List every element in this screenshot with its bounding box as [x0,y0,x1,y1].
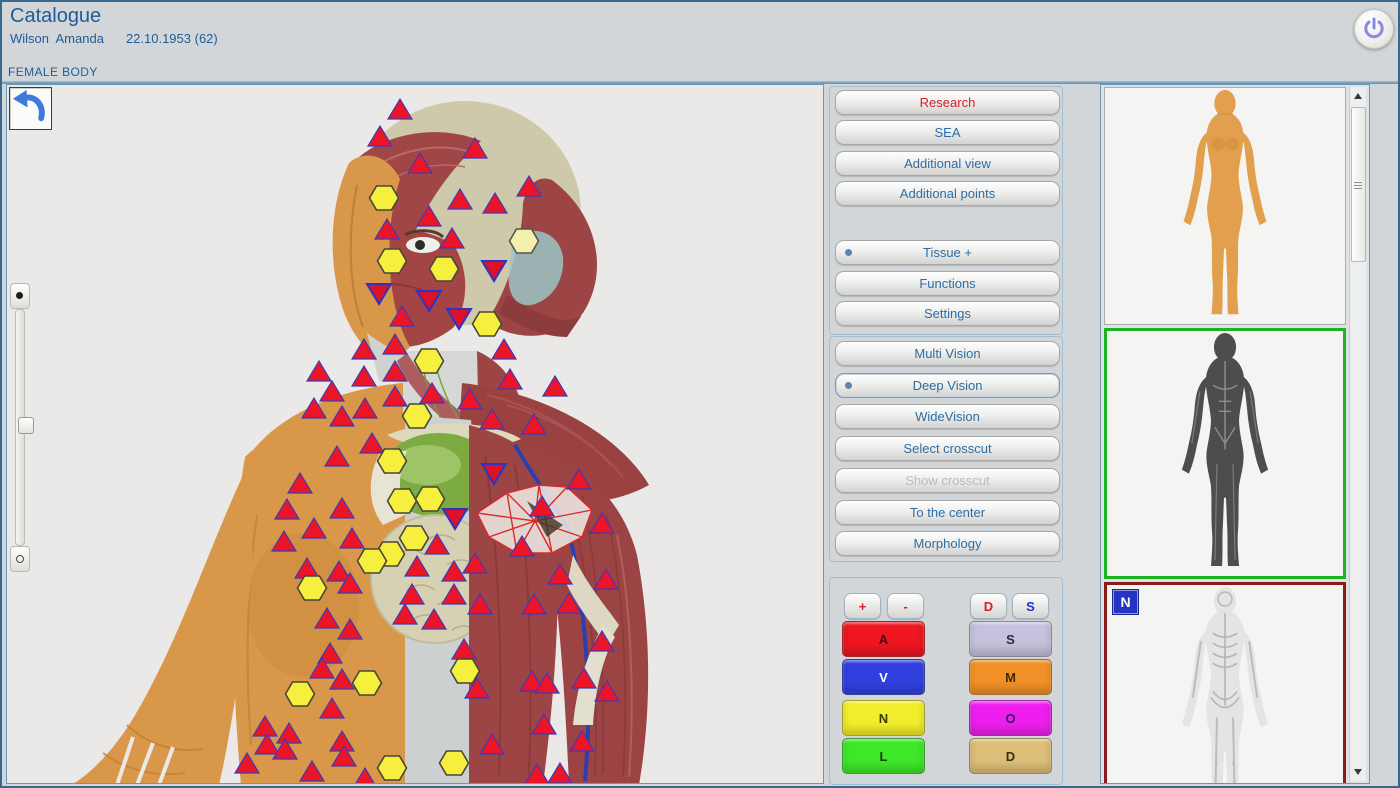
thumbnail-skin-model[interactable] [1104,87,1346,325]
scrollbar-grip [1354,180,1362,191]
vision-group: Multi Vision Deep Vision WideVision Sele… [829,336,1063,562]
swatch-o[interactable]: O [969,700,1052,736]
swatch-a[interactable]: A [842,621,925,657]
slider-bottom-button[interactable] [10,546,30,572]
thumbnail-skeleton-model[interactable]: N [1104,582,1346,784]
wide-vision-button[interactable]: WideVision [835,404,1060,429]
settings-button[interactable]: Settings [835,301,1060,326]
patient-name: Wilson Amanda [10,31,104,46]
sea-button[interactable]: SEA [835,120,1060,145]
marker-legend-group: + - D S A V N L S M O D [829,577,1063,785]
swatch-l[interactable]: L [842,738,925,774]
open-dot-icon [16,555,24,563]
chevron-up-icon [1354,93,1362,99]
slider-thumb[interactable] [18,417,34,434]
undo-arrow-icon [10,88,49,127]
swatch-m[interactable]: M [969,659,1052,695]
morphology-button[interactable]: Morphology [835,531,1060,556]
scrollbar-thumb[interactable] [1351,107,1366,262]
catalogue-window: Catalogue Wilson Amanda 22.10.1953 (62) F… [0,0,1400,788]
chevron-down-icon [1354,769,1362,775]
power-button[interactable] [1354,9,1394,49]
n-badge: N [1113,590,1138,614]
s-toggle-button[interactable]: S [1012,593,1049,619]
select-crosscut-button[interactable]: Select crosscut [835,436,1060,461]
swatch-v[interactable]: V [842,659,925,695]
swatch-n[interactable]: N [842,700,925,736]
zoom-plus-button[interactable]: + [844,593,881,619]
multi-vision-button[interactable]: Multi Vision [835,341,1060,366]
page-title: Catalogue [10,5,101,28]
to-the-center-button[interactable]: To the center [835,500,1060,525]
section-label: FEMALE BODY [8,65,98,79]
swatch-s[interactable]: S [969,621,1052,657]
swatch-d[interactable]: D [969,738,1052,774]
slider-top-button[interactable] [10,283,30,309]
body-model-canvas[interactable] [6,84,824,784]
zoom-minus-button[interactable]: - [887,593,924,619]
additional-view-button[interactable]: Additional view [835,151,1060,176]
functions-button[interactable]: Functions [835,271,1060,296]
anatomical-model [7,85,824,784]
d-toggle-button[interactable]: D [970,593,1007,619]
tissue-plus-button[interactable]: Tissue + [835,240,1060,265]
patient-dob: 22.10.1953 (62) [126,31,218,46]
deep-vision-button[interactable]: Deep Vision [835,373,1060,398]
power-icon [1362,17,1386,41]
scroll-down-button[interactable] [1350,763,1366,781]
research-button[interactable]: Research [835,90,1060,115]
zoom-slider[interactable] [10,283,30,573]
patient-info: Wilson Amanda 22.10.1953 (62) [10,31,218,46]
actions-group: Research SEA Additional view Additional … [829,86,1063,335]
additional-points-button[interactable]: Additional points [835,181,1060,206]
sidebar-scrollbar[interactable] [1349,87,1366,781]
model-selector-sidebar: N [1100,84,1370,784]
thumbnail-muscle-model[interactable] [1104,328,1346,579]
filled-dot-icon [16,292,23,299]
radio-dot-icon [845,249,852,256]
undo-button[interactable] [9,87,52,130]
show-crosscut-button: Show crosscut [835,468,1060,493]
radio-dot-icon [845,382,852,389]
scroll-up-button[interactable] [1350,87,1366,105]
slider-track[interactable] [15,309,25,546]
